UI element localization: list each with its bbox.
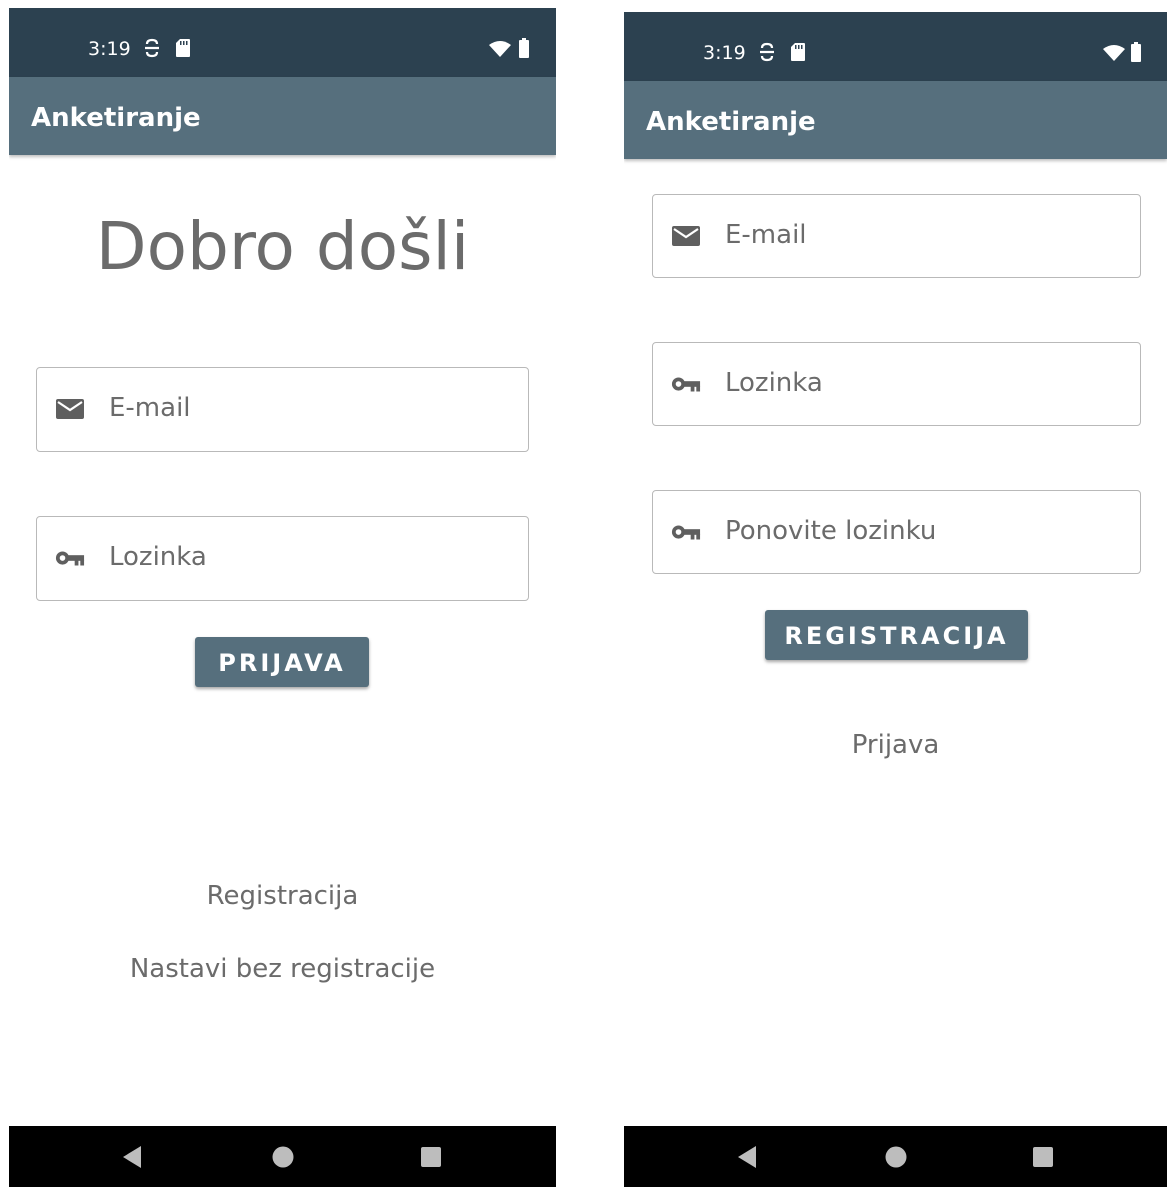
sd-card-icon [791,43,805,61]
key-icon [55,551,85,566]
key-icon [671,525,701,540]
sync-icon [145,38,159,58]
status-time: 3:19 [88,38,131,60]
login-screen: 3:19 Anketiranje Dobro došli E-mail Lozi… [9,8,556,1187]
password-field[interactable]: Lozinka [36,516,529,601]
back-icon[interactable] [121,1145,143,1169]
app-bar: Anketiranje [9,77,556,155]
mail-icon [56,399,84,419]
password-placeholder: Lozinka [725,368,823,398]
app-title: Anketiranje [646,107,816,137]
wifi-icon [489,41,511,57]
status-time: 3:19 [703,42,746,64]
login-button[interactable]: PRIJAVA [195,637,369,687]
app-bar: Anketiranje [624,81,1167,159]
repeat-password-field[interactable]: Ponovite lozinku [652,490,1141,574]
welcome-heading: Dobro došli [95,208,470,285]
home-icon[interactable] [272,1145,294,1169]
battery-icon [519,38,529,58]
email-field[interactable]: E-mail [652,194,1141,278]
register-button[interactable]: REGISTRACIJA [765,610,1028,660]
wifi-icon [1103,45,1125,61]
email-field[interactable]: E-mail [36,367,529,452]
registration-screen: 3:19 Anketiranje E-mail Lozinka Ponovite… [624,12,1167,1187]
repeat-password-placeholder: Ponovite lozinku [725,516,937,546]
email-placeholder: E-mail [109,393,191,423]
mail-icon [672,226,700,246]
key-icon [671,377,701,392]
battery-icon [1131,42,1141,62]
status-bar: 3:19 [624,12,1167,81]
sync-icon [760,42,774,62]
status-bar: 3:19 [9,8,556,77]
back-icon[interactable] [736,1145,758,1169]
password-field[interactable]: Lozinka [652,342,1141,426]
recents-icon[interactable] [1032,1145,1054,1169]
register-link[interactable]: Registracija [9,881,556,911]
app-title: Anketiranje [31,103,201,133]
login-link[interactable]: Prijava [624,730,1167,760]
email-placeholder: E-mail [725,220,807,250]
navigation-bar [624,1126,1167,1187]
sd-card-icon [176,39,190,57]
continue-without-registration-link[interactable]: Nastavi bez registracije [9,954,556,984]
password-placeholder: Lozinka [109,542,207,572]
recents-icon[interactable] [420,1145,442,1169]
navigation-bar [9,1126,556,1187]
home-icon[interactable] [885,1145,907,1169]
